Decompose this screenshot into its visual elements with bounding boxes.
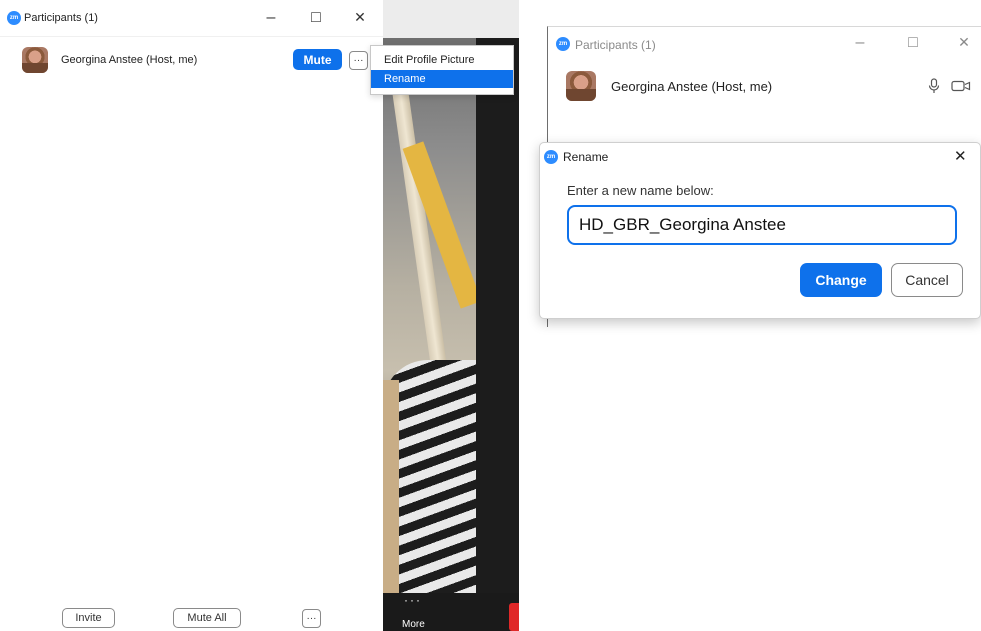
rename-prompt: Enter a new name below: xyxy=(567,183,714,198)
mute-all-button[interactable]: Mute All xyxy=(173,608,241,628)
minimize-icon[interactable]: – xyxy=(261,9,281,27)
cancel-button[interactable]: Cancel xyxy=(891,263,963,297)
more-options-button[interactable]: ··· xyxy=(302,609,321,628)
participants-titlebar: zm Participants (1) – □ ✕ xyxy=(0,0,383,37)
zoom-logo-icon: zm xyxy=(556,37,570,51)
camera-icon[interactable] xyxy=(951,80,971,92)
zoom-logo-icon: zm xyxy=(544,150,558,164)
window-title: Participants (1) xyxy=(575,38,656,52)
rename-dialog: zm Rename ✕ Enter a new name below: Chan… xyxy=(539,142,981,319)
close-icon[interactable]: ✕ xyxy=(350,9,370,26)
meeting-toolbar: ··· More xyxy=(383,593,519,631)
menu-item-rename[interactable]: Rename xyxy=(371,70,513,88)
participants-window: zm Participants (1) – □ ✕ Georgina Anste… xyxy=(0,0,383,631)
avatar xyxy=(566,71,596,101)
more-icon[interactable]: ··· xyxy=(404,593,422,607)
video-feed-detail xyxy=(383,380,399,595)
menu-item-edit-profile-picture[interactable]: Edit Profile Picture xyxy=(371,50,513,70)
participant-more-button[interactable]: ··· xyxy=(349,51,368,70)
invite-button[interactable]: Invite xyxy=(62,608,115,628)
dialog-close-icon[interactable]: ✕ xyxy=(954,147,967,165)
minimize-icon[interactable]: – xyxy=(850,34,870,52)
avatar xyxy=(22,47,48,73)
maximize-icon[interactable]: □ xyxy=(306,9,326,27)
end-meeting-button[interactable] xyxy=(509,603,519,631)
mute-button[interactable]: Mute xyxy=(293,49,342,70)
microphone-icon[interactable] xyxy=(928,78,940,94)
video-window-titlebar xyxy=(383,0,519,38)
window-title: Participants (1) xyxy=(24,12,98,24)
video-sidebar xyxy=(476,38,519,593)
new-name-input[interactable] xyxy=(567,205,957,245)
participant-name: Georgina Anstee (Host, me) xyxy=(61,54,198,66)
close-icon[interactable]: ✕ xyxy=(954,34,974,51)
participant-row[interactable]: Georgina Anstee (Host, me) xyxy=(548,67,981,107)
more-label[interactable]: More xyxy=(402,619,425,630)
participant-name: Georgina Anstee (Host, me) xyxy=(611,79,773,94)
maximize-icon[interactable]: □ xyxy=(903,34,923,52)
participant-context-menu: Edit Profile Picture Rename xyxy=(370,45,514,95)
dialog-title: Rename xyxy=(563,150,609,164)
participant-row[interactable]: Georgina Anstee (Host, me) Mute ··· xyxy=(0,44,383,76)
change-button[interactable]: Change xyxy=(800,263,882,297)
zoom-logo-icon: zm xyxy=(7,11,21,25)
